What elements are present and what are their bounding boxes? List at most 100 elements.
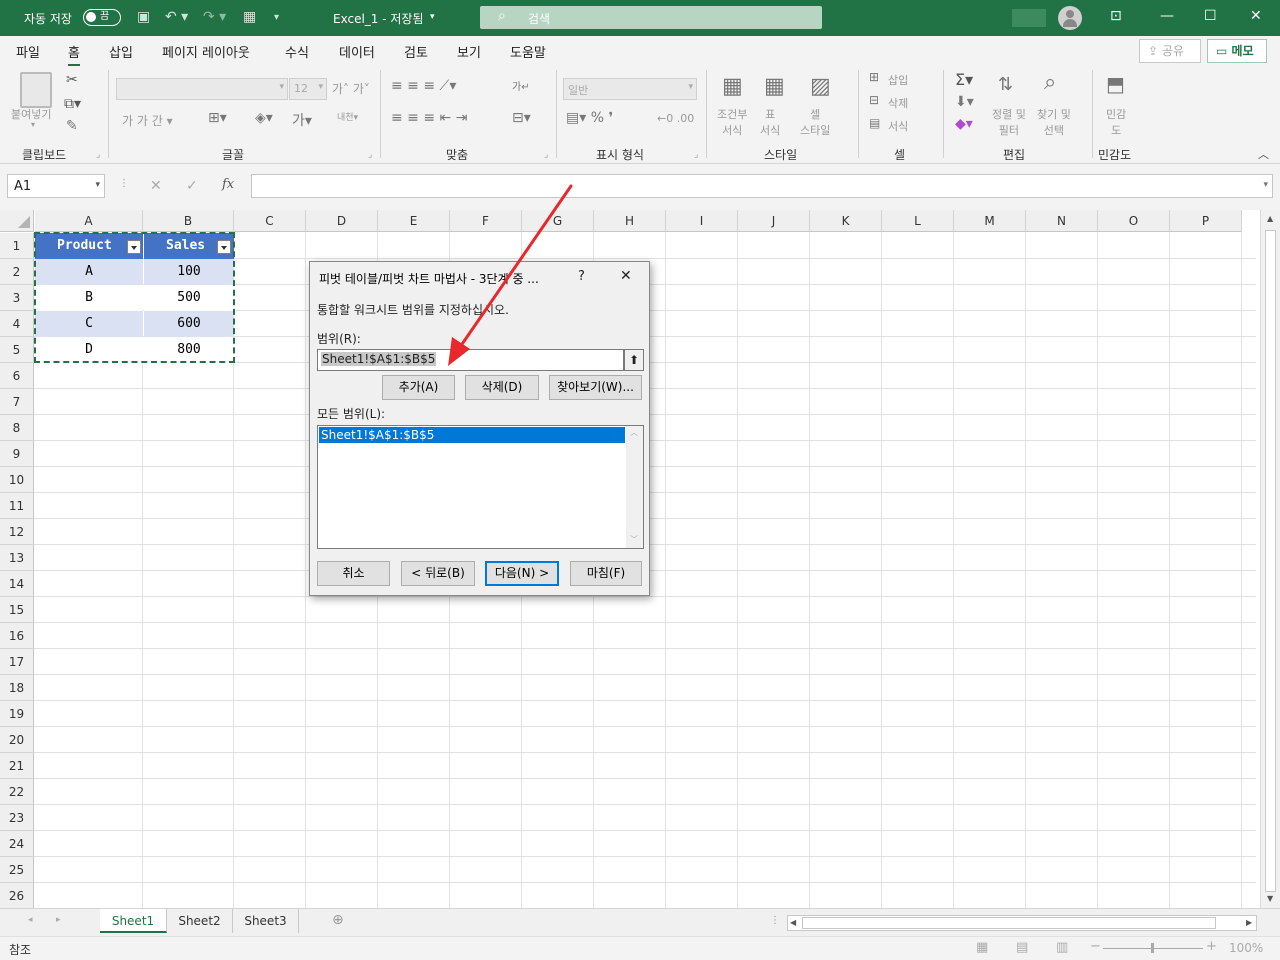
- zoom-out-icon[interactable]: −: [1090, 939, 1101, 954]
- dialog-close-icon[interactable]: ✕: [620, 268, 632, 284]
- column-header-a[interactable]: A: [35, 210, 143, 232]
- conditional-format-button[interactable]: 조건부 서식: [717, 106, 747, 138]
- column-header-i[interactable]: I: [666, 210, 738, 232]
- delete-cells-button[interactable]: 삭제: [888, 95, 908, 111]
- row-header-10[interactable]: 10: [0, 467, 34, 493]
- row-header-20[interactable]: 20: [0, 727, 34, 753]
- accounting-icon[interactable]: ▤▾ % ❜: [566, 110, 613, 126]
- zoom-slider[interactable]: [1103, 943, 1203, 953]
- title-chevron-icon[interactable]: ▾: [430, 12, 435, 22]
- row-header-18[interactable]: 18: [0, 675, 34, 701]
- list-scroll-down-icon[interactable]: ﹀: [630, 534, 638, 545]
- format-as-table-icon[interactable]: ▦: [764, 74, 785, 99]
- collapse-dialog-button[interactable]: ⬆: [624, 349, 644, 371]
- menu-insert[interactable]: 삽입: [109, 42, 133, 61]
- all-ranges-list[interactable]: Sheet1!$A$1:$B$5 ︿ ﹀: [317, 425, 644, 549]
- sensitivity-button[interactable]: 민감 도: [1106, 106, 1126, 138]
- alignment-launcher-icon[interactable]: ⌟: [544, 150, 548, 160]
- row-header-6[interactable]: 6: [0, 363, 34, 389]
- number-format-dropdown[interactable]: 일반 ▾: [563, 78, 697, 100]
- row-header-4[interactable]: 4: [0, 311, 34, 337]
- column-header-m[interactable]: M: [954, 210, 1026, 232]
- hscroll-thumb[interactable]: [802, 917, 1216, 929]
- row-header-16[interactable]: 16: [0, 623, 34, 649]
- undo-icon[interactable]: ↶ ▾: [165, 9, 188, 25]
- format-cells-button[interactable]: 서식: [888, 118, 908, 134]
- scroll-right-icon[interactable]: ▶: [1246, 918, 1252, 927]
- clear-icon[interactable]: ◆▾: [955, 116, 973, 132]
- insert-cells-button[interactable]: 삽입: [888, 72, 908, 88]
- delete-cells-icon[interactable]: ⊟: [869, 93, 879, 107]
- share-button[interactable]: ⇪ 공유: [1139, 39, 1201, 63]
- range-input[interactable]: Sheet1!$A$1:$B$5: [317, 349, 624, 371]
- paste-icon[interactable]: [20, 72, 52, 108]
- customize-qat-icon[interactable]: ▾: [274, 12, 279, 23]
- column-header-o[interactable]: O: [1098, 210, 1170, 232]
- menu-formulas[interactable]: 수식: [285, 42, 309, 61]
- cut-icon[interactable]: ✂: [66, 72, 78, 88]
- row-header-7[interactable]: 7: [0, 389, 34, 415]
- sheet-tab-sheet3[interactable]: Sheet3: [233, 909, 299, 933]
- menu-page-layout[interactable]: 페이지 레이아웃: [162, 42, 250, 61]
- row-header-24[interactable]: 24: [0, 831, 34, 857]
- horizontal-scrollbar[interactable]: ◀ ▶: [787, 915, 1257, 931]
- sort-filter-button[interactable]: 정렬 및 필터: [992, 106, 1026, 138]
- conditional-format-icon[interactable]: ▦: [722, 74, 743, 99]
- border-icon[interactable]: ⊞▾: [208, 110, 227, 126]
- align-left-icons[interactable]: ≡ ≡ ≡ ⇤ ⇥: [391, 110, 467, 126]
- row-header-1[interactable]: 1: [0, 233, 34, 259]
- menu-help[interactable]: 도움말: [510, 42, 546, 61]
- column-header-l[interactable]: L: [882, 210, 954, 232]
- menu-file[interactable]: 파일: [16, 42, 40, 61]
- font-color-icon[interactable]: 가▾: [292, 110, 312, 130]
- column-header-b[interactable]: B: [143, 210, 234, 232]
- scroll-thumb[interactable]: [1265, 230, 1276, 892]
- memo-button[interactable]: ▭ 메모: [1207, 39, 1267, 63]
- cell-styles-button[interactable]: 셀 스타일: [800, 106, 830, 138]
- paste-dropdown-icon[interactable]: ▾: [31, 120, 35, 129]
- format-as-table-button[interactable]: 표 서식: [760, 106, 780, 138]
- list-item[interactable]: Sheet1!$A$1:$B$5: [319, 427, 625, 443]
- sheet-tab-sheet1[interactable]: Sheet1: [100, 909, 167, 933]
- grow-font-icon[interactable]: 가˄ 가˅: [332, 80, 370, 97]
- row-header-8[interactable]: 8: [0, 415, 34, 441]
- page-break-view-icon[interactable]: ▥: [1056, 940, 1068, 955]
- save-icon[interactable]: ▣: [137, 9, 150, 25]
- phonetic-icon[interactable]: 내천▾: [337, 110, 358, 123]
- name-box[interactable]: A1 ▾: [7, 174, 105, 198]
- collapse-ribbon-icon[interactable]: ︿: [1258, 146, 1269, 162]
- cell-styles-icon[interactable]: ▨: [810, 74, 831, 99]
- row-header-22[interactable]: 22: [0, 779, 34, 805]
- scroll-left-icon[interactable]: ◀: [790, 918, 796, 927]
- avatar[interactable]: [1058, 6, 1082, 30]
- fill-icon[interactable]: ⬇▾: [955, 94, 974, 110]
- help-icon[interactable]: ?: [578, 269, 585, 284]
- minimize-icon[interactable]: —: [1160, 8, 1174, 24]
- menu-data[interactable]: 데이터: [339, 42, 375, 61]
- find-select-icon[interactable]: ⌕: [1044, 70, 1056, 95]
- list-scroll-up-icon[interactable]: ︿: [630, 427, 638, 438]
- row-header-17[interactable]: 17: [0, 649, 34, 675]
- finish-button[interactable]: 마침(F): [570, 561, 642, 586]
- column-header-p[interactable]: P: [1170, 210, 1242, 232]
- autosum-icon[interactable]: Σ▾: [955, 70, 973, 89]
- expand-formula-icon[interactable]: ▾: [1263, 180, 1268, 190]
- delete-button[interactable]: 삭제(D): [465, 375, 539, 400]
- enter-icon[interactable]: ✓: [186, 178, 198, 194]
- form-icon[interactable]: ▦: [243, 9, 256, 25]
- row-header-21[interactable]: 21: [0, 753, 34, 779]
- formula-input[interactable]: ▾: [251, 174, 1273, 198]
- scroll-down-icon[interactable]: ▼: [1267, 894, 1273, 903]
- number-launcher-icon[interactable]: ⌟: [694, 150, 698, 160]
- column-header-d[interactable]: D: [306, 210, 378, 232]
- search-box[interactable]: ⌕ 검색: [480, 6, 822, 29]
- fill-color-icon[interactable]: ◈▾: [255, 110, 273, 126]
- row-header-12[interactable]: 12: [0, 519, 34, 545]
- decimal-icons[interactable]: ←0 .00: [657, 112, 694, 125]
- sort-filter-icon[interactable]: ⇅: [998, 74, 1013, 95]
- sensitivity-icon[interactable]: ⬒: [1106, 72, 1125, 96]
- prev-sheet-icon[interactable]: ◂: [28, 915, 33, 925]
- browse-button[interactable]: 찾아보기(W)...: [549, 375, 642, 400]
- sheet-tab-sheet2[interactable]: Sheet2: [167, 909, 233, 933]
- merge-icon[interactable]: ⊟▾: [512, 110, 531, 126]
